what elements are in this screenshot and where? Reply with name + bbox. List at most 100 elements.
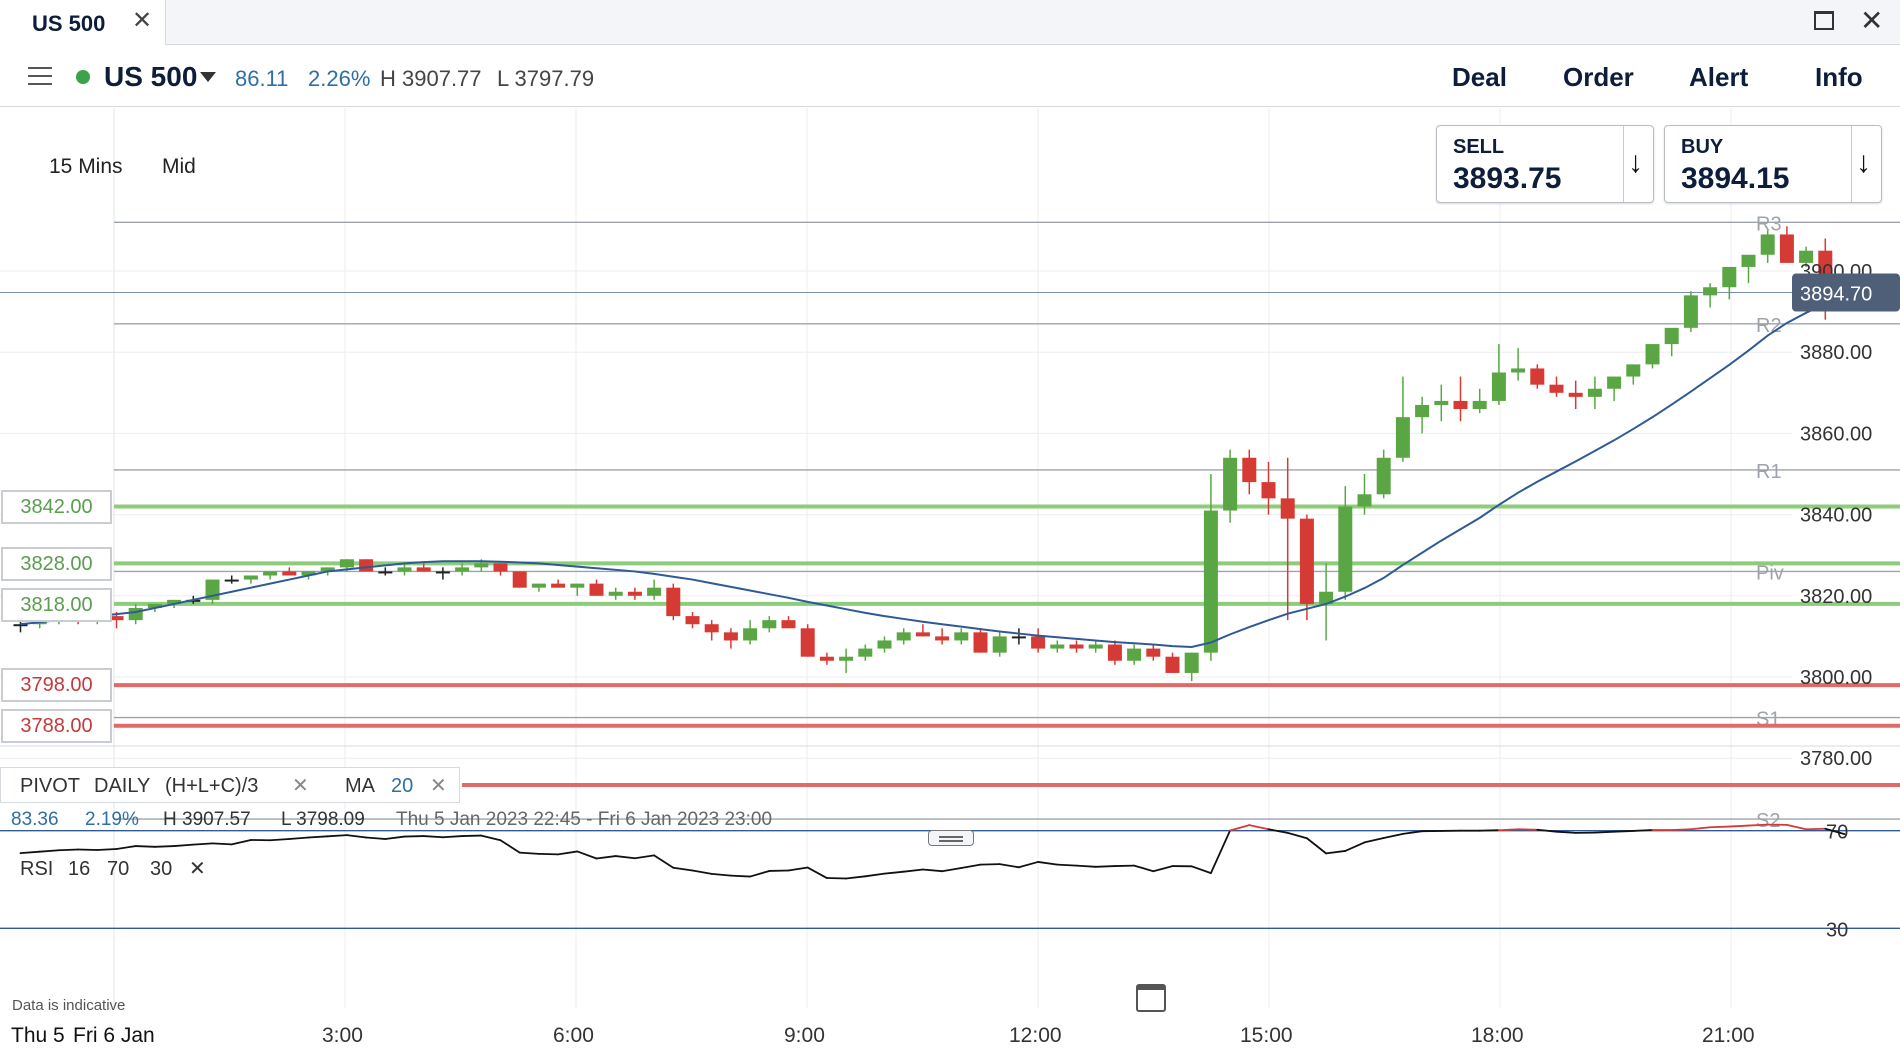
alert-button[interactable]: Alert xyxy=(1689,62,1748,93)
candle-body xyxy=(666,587,681,617)
price-change-pct: 2.26% xyxy=(308,66,371,91)
menu-icon[interactable] xyxy=(28,67,52,85)
remove-rsi-icon[interactable]: ✕ xyxy=(189,857,206,881)
x-date-label: Fri 6 Jan xyxy=(73,1024,155,1047)
candle-body xyxy=(474,563,489,568)
calendar-icon[interactable] xyxy=(1136,984,1166,1012)
candle-body xyxy=(896,632,911,641)
level-tag[interactable]: 3788.00 xyxy=(1,709,112,743)
level-tag[interactable]: 3818.00 xyxy=(1,588,112,622)
remove-pivot-icon[interactable]: ✕ xyxy=(292,770,309,802)
price-type-selector[interactable]: Mid xyxy=(162,155,196,179)
candle-body xyxy=(1088,644,1103,649)
rsi-segment xyxy=(902,868,924,873)
x-tick-label: 12:00 xyxy=(1009,1024,1062,1047)
pivot-legend-name: PIVOT xyxy=(20,775,81,797)
tab-title: US 500 xyxy=(32,11,106,36)
rsi-segment xyxy=(1786,823,1807,831)
candle-body xyxy=(1511,368,1526,373)
rsi-segment xyxy=(730,874,751,878)
y-tick-label: 3820.00 xyxy=(1800,586,1872,608)
chevron-down-icon[interactable] xyxy=(200,72,216,82)
rsi-segment xyxy=(845,875,867,880)
buy-button[interactable]: BUY 3894.15 ↓ xyxy=(1664,125,1882,203)
rsi-segment xyxy=(998,863,1020,869)
rsi-segment xyxy=(1498,828,1519,832)
close-icon[interactable]: ✕ xyxy=(132,9,152,33)
y-tick-label: 3840.00 xyxy=(1800,505,1872,527)
candle-body xyxy=(493,563,508,572)
rsi-segment xyxy=(307,835,329,839)
candle-body xyxy=(992,636,1007,653)
sell-button[interactable]: SELL 3893.75 ↓ xyxy=(1436,125,1654,203)
rsi-legend-period: 16 xyxy=(68,858,91,880)
y-tick-label: 3880.00 xyxy=(1800,342,1872,364)
day-high: H 3907.77 xyxy=(380,66,482,91)
rsi-segment xyxy=(365,836,387,840)
panel-resize-handle[interactable] xyxy=(928,830,974,846)
rsi-segment xyxy=(1344,841,1366,852)
candle-body xyxy=(685,616,700,625)
candle-body xyxy=(1011,636,1026,639)
candle-body xyxy=(723,632,738,641)
x-tick-label: 9:00 xyxy=(784,1024,825,1047)
x-tick-label: 3:00 xyxy=(322,1024,363,1047)
candle-body xyxy=(647,587,662,596)
candle-body xyxy=(608,591,623,596)
pivot-label: Piv xyxy=(1756,562,1784,584)
order-button[interactable]: Order xyxy=(1563,62,1634,93)
rsi-segment xyxy=(1709,825,1731,829)
candle-body xyxy=(1069,644,1084,649)
rsi-segment xyxy=(1670,828,1692,831)
rsi-segment xyxy=(288,836,310,840)
rsi-segment xyxy=(1133,864,1155,873)
candle-body xyxy=(800,628,815,657)
candle-body xyxy=(1165,656,1180,673)
candle-body xyxy=(627,591,642,596)
candle-body xyxy=(589,583,604,596)
candle-body xyxy=(1722,266,1737,288)
rsi-segment xyxy=(134,845,156,848)
candle-body xyxy=(128,607,143,621)
rsi-segment xyxy=(1690,826,1711,831)
arrow-down-icon: ↓ xyxy=(1628,146,1643,179)
window-close-icon[interactable]: ✕ xyxy=(1860,7,1883,35)
remove-ma-icon[interactable]: ✕ xyxy=(430,770,447,802)
info-button[interactable]: Info xyxy=(1815,62,1863,93)
level-tag[interactable]: 3798.00 xyxy=(1,668,112,702)
timeframe-selector[interactable]: 15 Mins xyxy=(49,155,123,179)
rsi-segment xyxy=(941,867,963,873)
tab-bar: US 500 ✕ ✕ xyxy=(0,0,1900,45)
y-tick-label: 3800.00 xyxy=(1800,667,1872,689)
price-axis: 3900.003880.003860.003840.003820.003800.… xyxy=(1792,261,1900,770)
rsi-segment xyxy=(192,842,214,846)
level-tag[interactable]: 3828.00 xyxy=(1,547,112,581)
rsi-segment xyxy=(269,838,291,842)
candle-body xyxy=(1031,636,1046,649)
rsi-segment xyxy=(153,845,176,848)
deal-button[interactable]: Deal xyxy=(1452,62,1507,93)
maximize-icon[interactable] xyxy=(1814,11,1834,30)
candle-body xyxy=(704,624,719,633)
candle-body xyxy=(1568,392,1583,397)
ma-legend-period: 20 xyxy=(391,775,414,797)
rsi-segment xyxy=(1286,831,1308,840)
candle-body xyxy=(1760,234,1775,255)
rsi-segment xyxy=(691,869,713,875)
price-chart[interactable]: R3R2R1PivS1S2 3900.003880.003860.003840.… xyxy=(0,108,1900,1058)
rsi-segment xyxy=(211,842,233,846)
candle-body xyxy=(935,636,950,641)
candle-body xyxy=(1703,287,1718,296)
candle-body xyxy=(1453,400,1468,410)
candle-body xyxy=(743,628,758,641)
rsi-segment xyxy=(173,843,195,847)
candle-body xyxy=(954,632,969,641)
candle-body xyxy=(858,648,873,657)
level-tag[interactable]: 3842.00 xyxy=(1,490,112,524)
tab-us500[interactable]: US 500 ✕ xyxy=(0,0,166,45)
candle-body xyxy=(263,571,278,576)
candle-body xyxy=(243,575,258,580)
instrument-name[interactable]: US 500 xyxy=(104,61,197,93)
horizontal-levels xyxy=(0,292,1900,787)
candle-body xyxy=(1607,376,1622,389)
